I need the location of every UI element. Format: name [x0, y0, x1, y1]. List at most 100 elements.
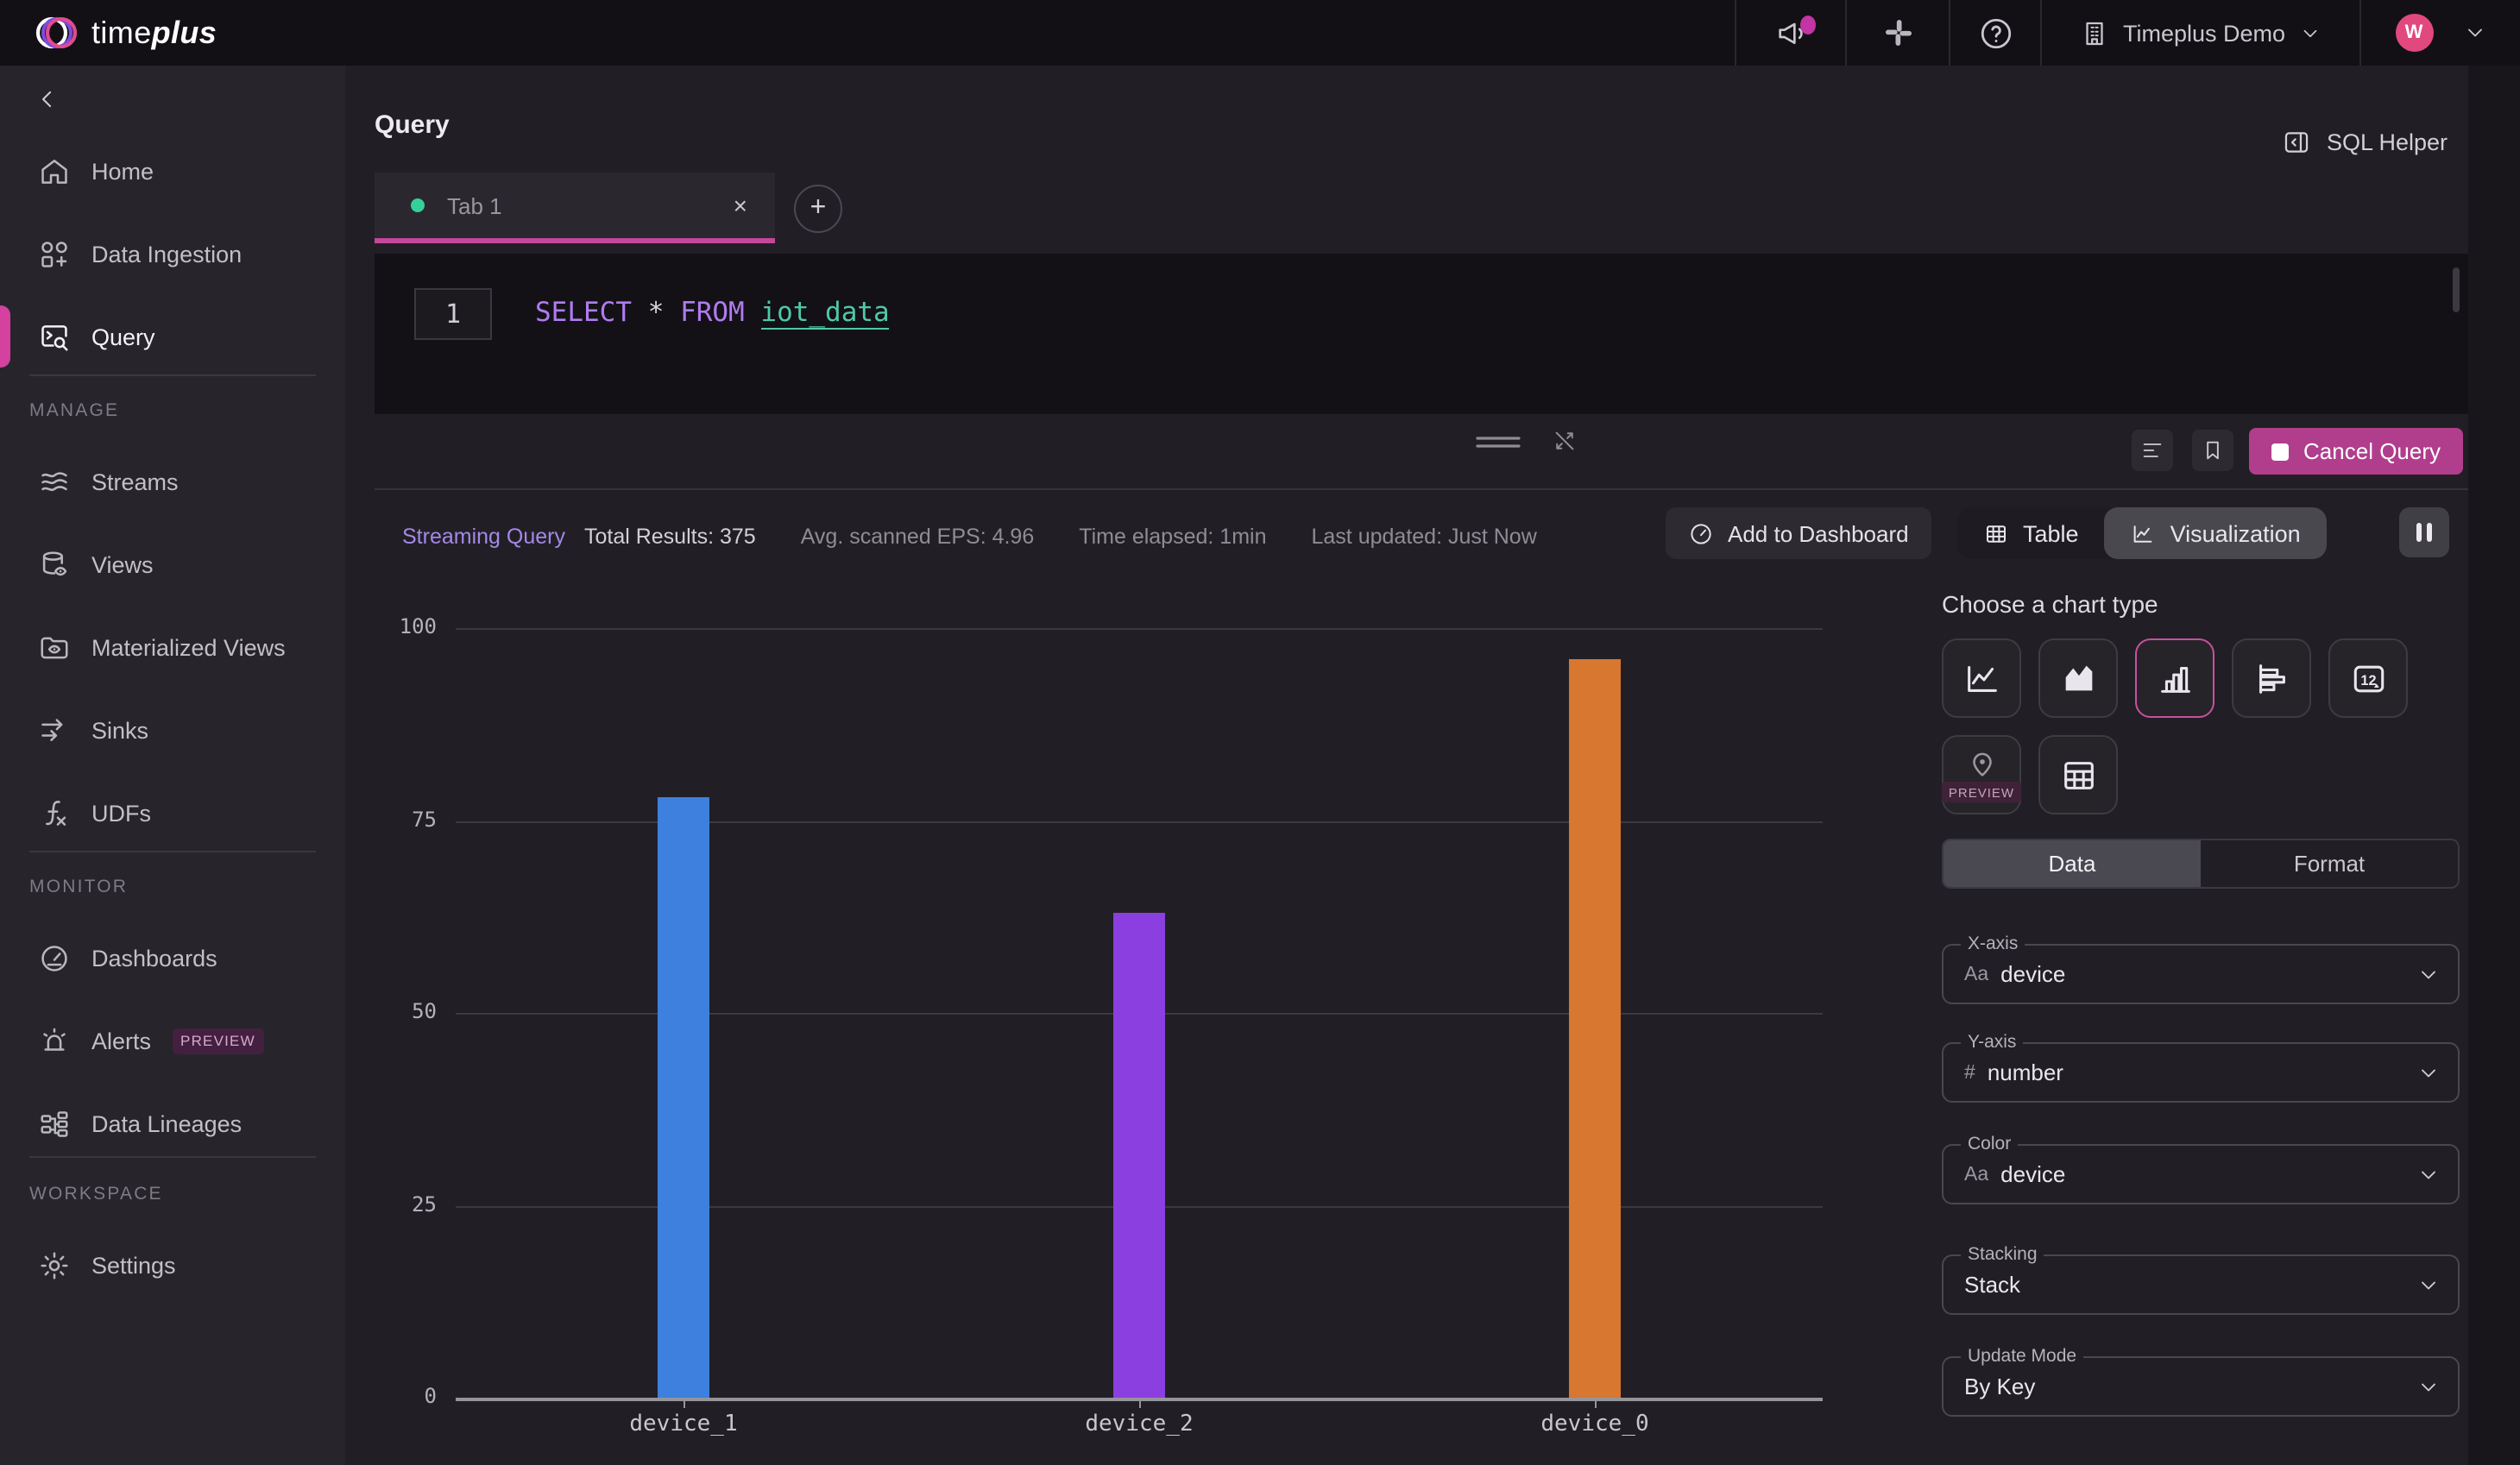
sidebar-item-query[interactable]: Query	[0, 302, 345, 371]
x-axis-tick-label: device_2	[1085, 1412, 1194, 1437]
slack-button[interactable]	[1847, 0, 1949, 66]
editor-resize-controls	[1476, 428, 1578, 454]
x-axis-tick	[684, 1399, 685, 1408]
chevron-down-icon	[2422, 1280, 2435, 1289]
tab-data[interactable]: Data	[1944, 840, 2201, 887]
chevron-down-icon	[2422, 1068, 2435, 1077]
table-view-button[interactable]: Table	[1957, 507, 2105, 559]
sidebar-item-dashboards[interactable]: Dashboards	[0, 923, 345, 992]
tab-status-dot	[411, 198, 425, 212]
chart-plot: 0 25 50 75 100 device_1 device_2 device_0	[400, 614, 1823, 1437]
sidebar-item-label: Settings	[91, 1252, 176, 1278]
stacking-select[interactable]: Stacking Stack	[1942, 1244, 2460, 1315]
account-chevron-down-icon[interactable]	[2462, 21, 2486, 45]
timeplus-logo-icon	[35, 12, 79, 53]
add-to-dashboard-label: Add to Dashboard	[1728, 520, 1909, 546]
sidebar-item-streams[interactable]: Streams	[0, 447, 345, 516]
area-chart-type-icon	[2064, 664, 2092, 690]
account-segment: W	[2359, 0, 2520, 66]
tab-format[interactable]: Format	[2201, 840, 2458, 887]
new-tab-button[interactable]: +	[794, 185, 842, 233]
sidebar-item-udfs[interactable]: UDFs	[0, 778, 345, 847]
sidebar-item-label: Data Ingestion	[91, 241, 243, 267]
sidebar-item-label: Query	[91, 324, 155, 349]
avg-scanned-eps: Avg. scanned EPS: 4.96	[800, 525, 1035, 549]
y-axis-label: Y-axis	[1961, 1032, 2024, 1053]
chart-type-area-button[interactable]	[2038, 638, 2118, 718]
x-axis-select[interactable]: X-axis Aa device	[1942, 934, 2460, 1004]
bookmark-query-button[interactable]	[2192, 430, 2233, 471]
bar-device_2[interactable]	[1113, 913, 1165, 1398]
sidebar-item-settings[interactable]: Settings	[0, 1230, 345, 1299]
workspace-switcher[interactable]: Timeplus Demo	[2042, 0, 2359, 66]
tab-close-icon[interactable]: ×	[734, 192, 747, 219]
alerts-icon	[43, 1027, 66, 1050]
sql-code-line: SELECT * FROM iot_data	[535, 297, 890, 330]
bar-device_1[interactable]	[658, 797, 709, 1398]
x-axis-tick-label: device_0	[1540, 1412, 1649, 1437]
sidebar-item-materialized-views[interactable]: Materialized Views	[0, 613, 345, 682]
update-mode-select[interactable]: Update Mode By Key	[1942, 1346, 2460, 1417]
y-axis-select[interactable]: Y-axis # number	[1942, 1032, 2460, 1103]
x-axis-value: device	[2000, 961, 2066, 987]
single-value-chart-type-icon: 12	[2353, 664, 2384, 692]
sql-editor[interactable]: 1 SELECT * FROM iot_data	[375, 254, 2468, 414]
sql-helper-label: SQL Helper	[2326, 129, 2448, 155]
query-tab[interactable]: Tab 1 ×	[375, 173, 775, 243]
announcements-button[interactable]	[1736, 0, 1845, 66]
y-axis-tick-label: 100	[399, 614, 437, 638]
bar-device_0[interactable]	[1569, 658, 1621, 1398]
sidebar-item-label: UDFs	[91, 800, 151, 826]
cancel-query-button[interactable]: Cancel Query	[2248, 428, 2463, 475]
horizontal-bar-chart-type-icon	[2259, 663, 2284, 693]
pause-button[interactable]	[2399, 507, 2449, 557]
query-icon	[41, 324, 68, 350]
chart-type-line-button[interactable]	[1942, 638, 2021, 718]
expand-disabled-icon[interactable]	[1552, 428, 1578, 454]
workspace-name: Timeplus Demo	[2122, 20, 2286, 46]
main-content: Query SQL Helper Tab 1 × + 1 SELECT * FR…	[345, 66, 2520, 1465]
add-to-dashboard-button[interactable]: Add to Dashboard	[1666, 507, 1931, 559]
app-window: timeplus Timeplus Demo W Home Data Inges…	[0, 0, 2520, 1465]
color-select[interactable]: Color Aa device	[1942, 1134, 2460, 1204]
sidebar-item-data-ingestion[interactable]: Data Ingestion	[0, 219, 345, 288]
sidebar-collapse-button[interactable]	[35, 86, 60, 112]
sidebar-item-home[interactable]: Home	[0, 136, 345, 205]
editor-scrollbar-thumb[interactable]	[2453, 267, 2460, 312]
right-gutter	[2468, 66, 2520, 1465]
chevron-left-icon	[42, 91, 52, 108]
help-icon	[1980, 17, 2011, 48]
slack-icon	[1885, 20, 1911, 46]
sidebar-item-alerts[interactable]: Alerts PREVIEW	[0, 1006, 345, 1075]
svg-text:12: 12	[2359, 672, 2375, 688]
panel-tabs: Data Format	[1942, 839, 2460, 889]
sidebar-item-data-lineages[interactable]: Data Lineages	[0, 1089, 345, 1158]
chart-type-bar-button[interactable]	[2232, 638, 2311, 718]
x-axis-label: X-axis	[1961, 934, 2025, 954]
table-icon	[1987, 525, 2006, 542]
drag-handle-icon[interactable]	[1476, 431, 1521, 451]
sidebar-item-sinks[interactable]: Sinks	[0, 695, 345, 764]
avatar[interactable]: W	[2395, 14, 2433, 52]
format-sql-button[interactable]	[2132, 430, 2173, 471]
timeplus-logo[interactable]: timeplus	[35, 12, 217, 53]
sidebar-item-label: Views	[91, 551, 154, 577]
color-label: Color	[1961, 1134, 2019, 1154]
column-chart-type-icon	[2160, 666, 2189, 692]
chart-type-column-button[interactable]	[2135, 638, 2214, 718]
help-button[interactable]	[1950, 0, 2040, 66]
bar-chart: 0 25 50 75 100 device_1 device_2 device_0	[375, 582, 1902, 1465]
slack-segment	[1845, 0, 1949, 66]
chart-type-single-value-button[interactable]: 12	[2328, 638, 2408, 718]
query-status-row: Streaming Query Total Results: 375 Avg. …	[402, 511, 1582, 563]
line-chart-icon	[2134, 525, 2152, 542]
sql-helper-button[interactable]: SQL Helper	[2282, 128, 2448, 157]
page-title: Query	[375, 110, 450, 140]
chart-type-map-button[interactable]: PREVIEW	[1941, 735, 2022, 814]
chart-type-table-button[interactable]	[2038, 735, 2118, 814]
visualization-view-button[interactable]: Visualization	[2104, 507, 2327, 559]
active-indicator	[0, 305, 10, 368]
chevron-down-icon	[2422, 1382, 2435, 1391]
sidebar-item-views[interactable]: Views	[0, 530, 345, 599]
workspace-segment: Timeplus Demo	[2040, 0, 2359, 66]
